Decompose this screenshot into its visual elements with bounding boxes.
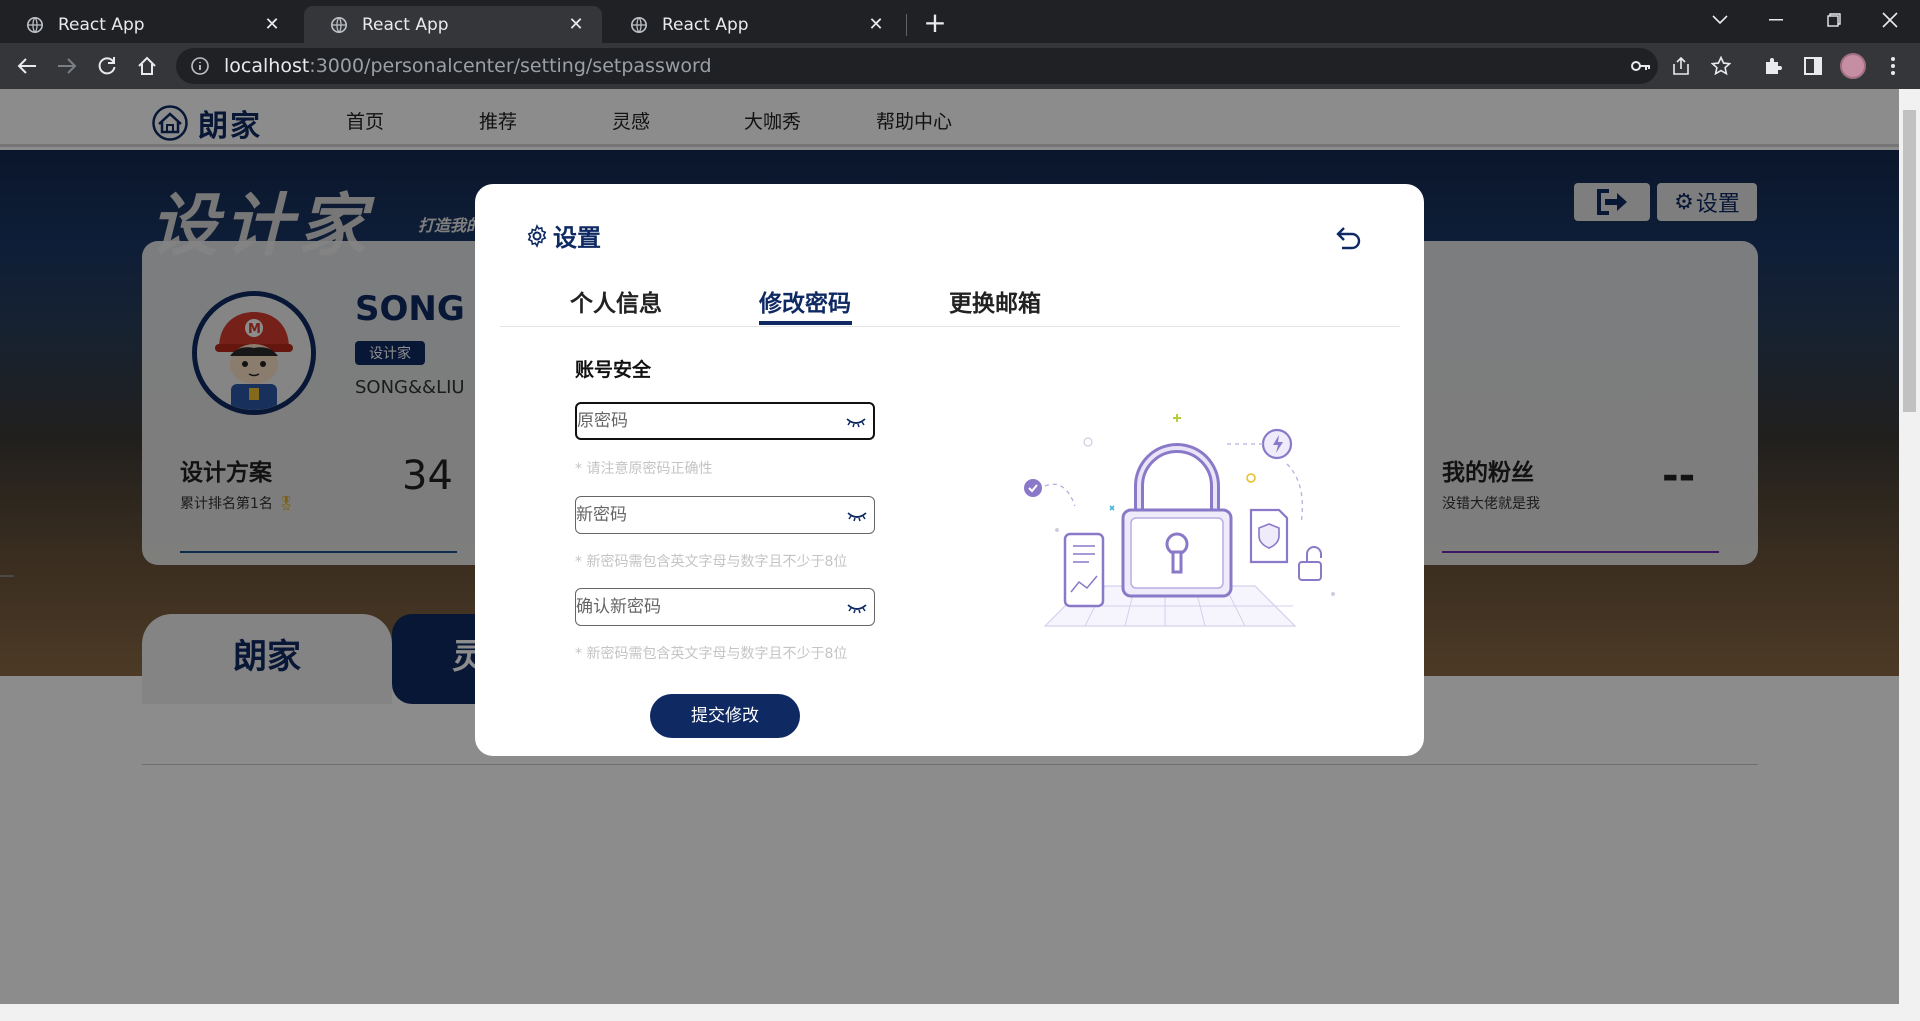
home-icon[interactable]: [132, 51, 162, 81]
share-icon[interactable]: [1666, 51, 1696, 81]
eye-closed-icon[interactable]: [844, 505, 870, 525]
globe-icon: [330, 16, 348, 33]
browser-tab[interactable]: React App ✕: [0, 6, 298, 43]
reload-icon[interactable]: [92, 51, 122, 81]
submit-button[interactable]: 提交修改: [650, 694, 800, 738]
tab-divider: [500, 326, 1400, 327]
browser-tab-strip: React App ✕ React App ✕ React App ✕ +: [0, 0, 1920, 43]
section-heading: 账号安全: [575, 359, 652, 381]
close-icon[interactable]: ✕: [564, 13, 588, 37]
confirm-password-field[interactable]: [575, 588, 875, 626]
back-arrow-icon[interactable]: [12, 51, 42, 81]
scrollbar-thumb[interactable]: [1903, 110, 1916, 412]
tab-separator: [906, 14, 907, 36]
browser-toolbar: localhost:3000/personalcenter/setting/se…: [0, 43, 1920, 89]
globe-icon: [630, 16, 648, 33]
address-bar[interactable]: localhost:3000/personalcenter/setting/se…: [176, 48, 1658, 84]
close-icon[interactable]: ✕: [260, 13, 284, 37]
tab-search-chevron-icon[interactable]: [1692, 0, 1748, 40]
new-password-input[interactable]: [576, 497, 844, 533]
page-viewport: 朗家 首页 推荐 灵感 大咖秀 帮助中心 设计家 打造我的 ⚙ 设置 M SON…: [0, 89, 1899, 1004]
settings-modal: 设置 个人信息 修改密码 更换邮箱 账号安全 * 请注意原密码正确性 * 新密码…: [475, 184, 1424, 756]
eye-closed-icon[interactable]: [844, 597, 870, 617]
tab-title: React App: [58, 14, 145, 35]
tab-change-password[interactable]: 修改密码: [759, 284, 851, 318]
tab-personal-info[interactable]: 个人信息: [570, 284, 662, 318]
more-menu-icon[interactable]: [1878, 51, 1908, 81]
forward-arrow-icon[interactable]: [52, 51, 82, 81]
old-password-input[interactable]: [577, 404, 843, 438]
restore-icon[interactable]: [1806, 0, 1862, 40]
confirm-password-hint: * 新密码需包含英文字母与数字且不少于8位: [575, 646, 848, 662]
tab-title: React App: [362, 14, 449, 35]
key-icon[interactable]: [1626, 51, 1656, 81]
site-info-icon[interactable]: [190, 56, 210, 76]
side-panel-icon[interactable]: [1798, 51, 1828, 81]
tab-change-email[interactable]: 更换邮箱: [949, 284, 1041, 318]
undo-back-icon[interactable]: [1330, 222, 1364, 256]
old-password-hint: * 请注意原密码正确性: [575, 461, 713, 477]
modal-title: 设置: [525, 218, 601, 253]
security-lock-illustration: [1024, 414, 1335, 627]
gear-icon: [527, 223, 547, 248]
new-password-field[interactable]: [575, 496, 875, 534]
bottom-scroll-track: [0, 1004, 1920, 1021]
minimize-icon[interactable]: [1748, 0, 1804, 40]
old-password-field[interactable]: [575, 402, 875, 440]
url-text: localhost:3000/personalcenter/setting/se…: [224, 55, 712, 77]
browser-tab-active[interactable]: React App ✕: [304, 6, 602, 43]
active-tab-indicator: [759, 321, 852, 325]
new-tab-plus-icon[interactable]: +: [920, 9, 950, 39]
new-password-hint: * 新密码需包含英文字母与数字且不少于8位: [575, 554, 848, 570]
profile-avatar[interactable]: [1840, 53, 1866, 79]
eye-closed-icon[interactable]: [843, 411, 869, 431]
globe-icon: [26, 16, 44, 33]
close-icon[interactable]: ✕: [864, 13, 888, 37]
bookmark-star-icon[interactable]: [1706, 51, 1736, 81]
extensions-puzzle-icon[interactable]: [1758, 51, 1788, 81]
confirm-password-input[interactable]: [576, 589, 844, 625]
browser-tab[interactable]: React App ✕: [604, 6, 902, 43]
tab-title: React App: [662, 14, 749, 35]
window-close-icon[interactable]: [1862, 0, 1918, 40]
